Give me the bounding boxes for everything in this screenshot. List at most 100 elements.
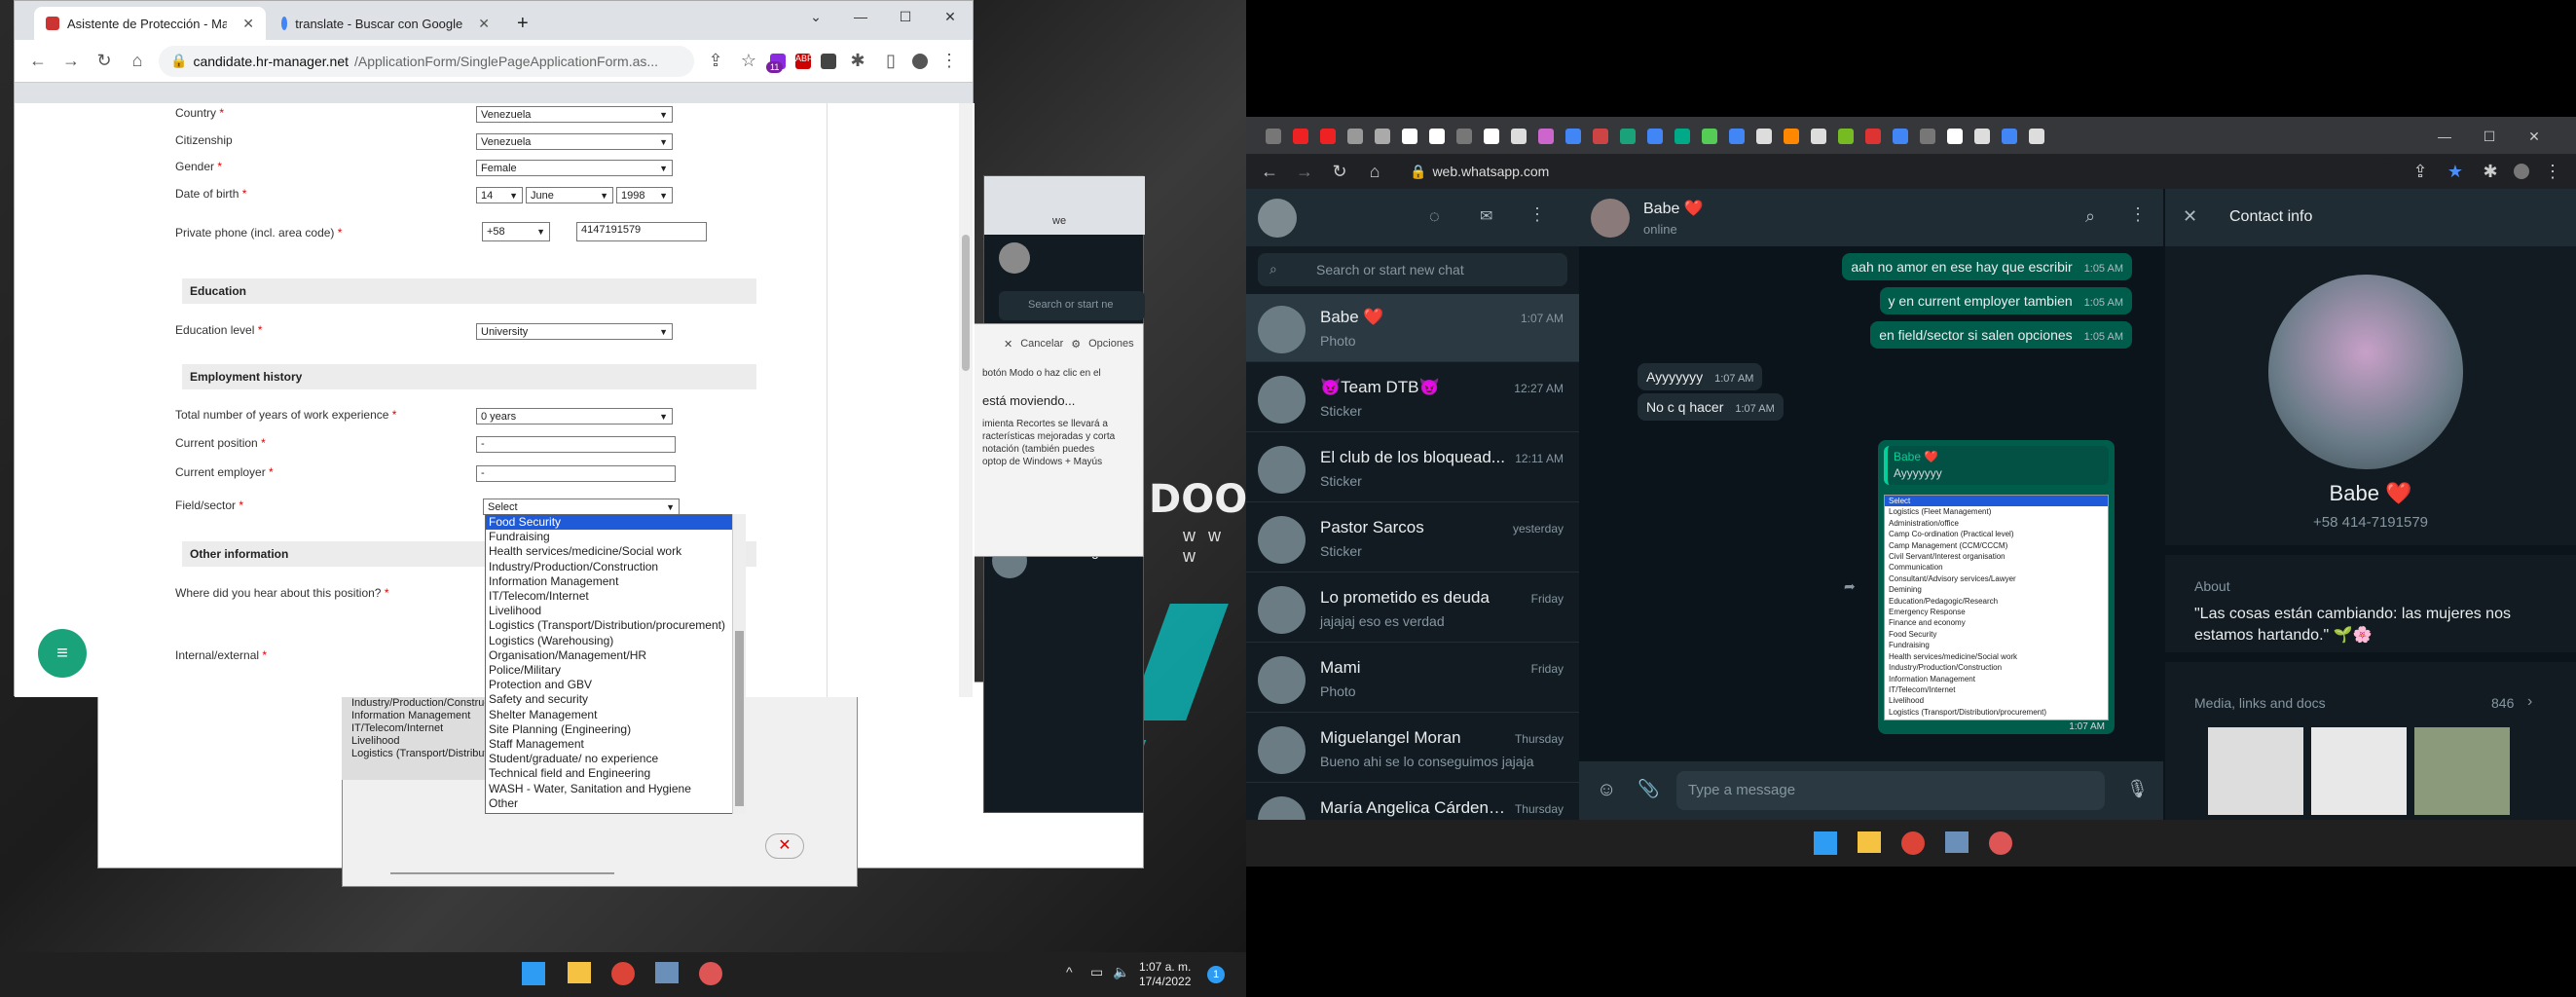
dropdown-option[interactable]: WASH - Water, Sanitation and Hygiene [486,782,745,796]
menu-icon[interactable]: ⋮ [938,51,961,71]
forward-icon[interactable]: ➦ [1844,578,1856,595]
notification-badge[interactable]: 1 [1207,966,1225,983]
tab-favicon-icon[interactable] [1375,129,1390,144]
tab-favicon-icon[interactable] [1756,129,1772,144]
dropdown-option[interactable]: Site Planning (Engineering) [486,722,745,737]
dropdown-option[interactable]: Industry/Production/Construction [486,560,745,574]
contact-avatar[interactable] [1591,199,1630,238]
maximize-icon[interactable]: ☐ [883,1,928,32]
years-experience-select[interactable]: 0 years ▼ [476,408,673,425]
dropdown-option[interactable]: Staff Management [486,737,745,752]
attach-icon[interactable]: 📎 [1638,779,1659,799]
dob-year-select[interactable]: 1998 ▼ [616,187,673,203]
cancel-button[interactable]: Cancelar [1020,338,1063,350]
tab-favicon-icon[interactable] [1484,129,1499,144]
message-outgoing[interactable]: en field/sector si salen opciones 1:05 AM [1870,321,2132,349]
media-label[interactable]: Media, links and docs [2194,695,2326,711]
back-icon[interactable]: ← [26,51,50,71]
close-icon[interactable]: ✕ [928,1,973,32]
tab-favicon-icon[interactable] [1402,129,1417,144]
dob-day-select[interactable]: 14 ▼ [476,187,523,203]
tab-favicon-icon[interactable] [1947,129,1963,144]
dob-month-select[interactable]: June ▼ [526,187,613,203]
tab-favicon-icon[interactable] [1702,129,1717,144]
url-field[interactable]: 🔒 web.whatsapp.com [1398,158,2397,185]
dropdown-option[interactable]: Logistics (Transport/Distribution/procur… [486,618,745,633]
conversation-header[interactable]: Babe ❤️ online ⌕ ⋮ [1579,189,2163,246]
snipping-tool-icon[interactable] [1989,831,2012,855]
dropdown-option[interactable]: Technical field and Engineering [486,766,745,781]
profile-photo[interactable] [2268,275,2463,469]
reload-icon[interactable]: ↻ [92,51,116,71]
minimize-icon[interactable]: — [2422,121,2467,152]
tab-favicon-icon[interactable] [1320,129,1336,144]
star-icon[interactable]: ★ [2444,162,2467,182]
dropdown-scrollbar[interactable] [732,514,746,814]
tab-favicon-icon[interactable] [1620,129,1636,144]
citizenship-select[interactable]: Venezuela ▼ [476,133,673,150]
dropdown-option[interactable]: Student/graduate/ no experience [486,752,745,766]
emoji-icon[interactable]: ☺ [1597,779,1616,801]
extensions-puzzle-icon[interactable]: ✱ [846,51,869,71]
chevron-up-icon[interactable]: ^ [1066,964,1073,979]
star-icon[interactable]: ☆ [737,51,760,71]
message-input[interactable]: Type a message [1676,771,2105,810]
search-input[interactable]: Search or start new chat [1258,253,1567,286]
tab-favicon-icon[interactable] [1893,129,1908,144]
tab-favicon-icon[interactable] [1674,129,1690,144]
image-message[interactable]: Babe ❤️ Ayyyyyyy Select Logistics (Fleet … [1878,440,2115,734]
tab-favicon-icon[interactable] [1565,129,1581,144]
dropdown-option[interactable]: Livelihood [486,604,745,618]
menu-fab-button[interactable]: ≡ [38,629,87,678]
gender-select[interactable]: Female ▼ [476,160,673,176]
tab-favicon-icon[interactable] [1865,129,1881,144]
dropdown-option[interactable]: Fundraising [486,530,745,544]
chat-list-item[interactable]: Miguelangel Moran Bueno ahi se lo consegu… [1246,715,1579,783]
minimize-icon[interactable]: — [838,1,883,32]
new-chat-icon[interactable]: ✉ [1480,206,1492,226]
search-input[interactable]: Search or start ne [999,291,1145,320]
phone-code-select[interactable]: +58 ▼ [482,222,550,241]
tab-favicon-icon[interactable] [1729,129,1745,144]
menu-icon[interactable]: ⋮ [1528,204,1546,225]
message-outgoing[interactable]: y en current employer tambien 1:05 AM [1879,287,2132,314]
tab-favicon-icon[interactable] [1456,129,1472,144]
avatar[interactable] [999,242,1030,274]
close-tab-icon[interactable]: ✕ [242,16,254,32]
microphone-icon[interactable]: 🎙 [2126,779,2149,799]
volume-icon[interactable]: 🔈 [1113,964,1129,980]
file-explorer-icon[interactable] [1858,831,1881,853]
tab-favicon-icon[interactable] [1538,129,1554,144]
close-icon[interactable]: ✕ [2183,206,2197,227]
dropdown-option[interactable]: Information Management [486,574,745,589]
new-tab-button[interactable]: + [505,7,540,40]
tab-favicon-icon[interactable] [1293,129,1308,144]
chrome-icon[interactable] [611,962,635,985]
sidebar-icon[interactable]: ▯ [879,51,902,71]
share-icon[interactable]: ⇪ [2409,162,2432,182]
tab-favicon-icon[interactable] [1266,129,1281,144]
tab-favicon-icon[interactable] [1838,129,1854,144]
tab-favicon-icon[interactable] [2002,129,2017,144]
search-icon[interactable]: ⌕ [2085,206,2095,227]
chat-list-item[interactable]: Mami Photo Friday [1246,645,1579,713]
file-explorer-icon[interactable] [568,962,591,983]
dropdown-option[interactable]: Other [486,796,745,811]
chat-list-item[interactable]: Lo prometido es deuda jajajaj eso es verd… [1246,574,1579,643]
network-icon[interactable]: ▭ [1090,964,1103,980]
forward-icon[interactable]: → [1293,162,1316,182]
media-thumbnail[interactable] [2414,727,2510,815]
gear-icon[interactable]: ⚙ [1071,338,1081,351]
current-position-input[interactable]: - [476,436,676,453]
dropdown-option[interactable]: Food Security [486,515,745,531]
dropdown-option[interactable]: Protection and GBV [486,678,745,692]
tab-favicon-icon[interactable] [1511,129,1527,144]
clock[interactable]: 1:07 a. m. 17/4/2022 [1139,960,1191,989]
scrollbar[interactable] [390,872,614,874]
forward-icon[interactable]: → [59,51,83,71]
field-sector-select[interactable]: Select ▼ [483,498,680,515]
status-icon[interactable]: ◌ [1429,206,1440,227]
tab-favicon-icon[interactable] [1811,129,1826,144]
dropdown-option[interactable]: Organisation/Management/HR [486,648,745,663]
dropdown-option[interactable]: Police/Military [486,663,745,678]
